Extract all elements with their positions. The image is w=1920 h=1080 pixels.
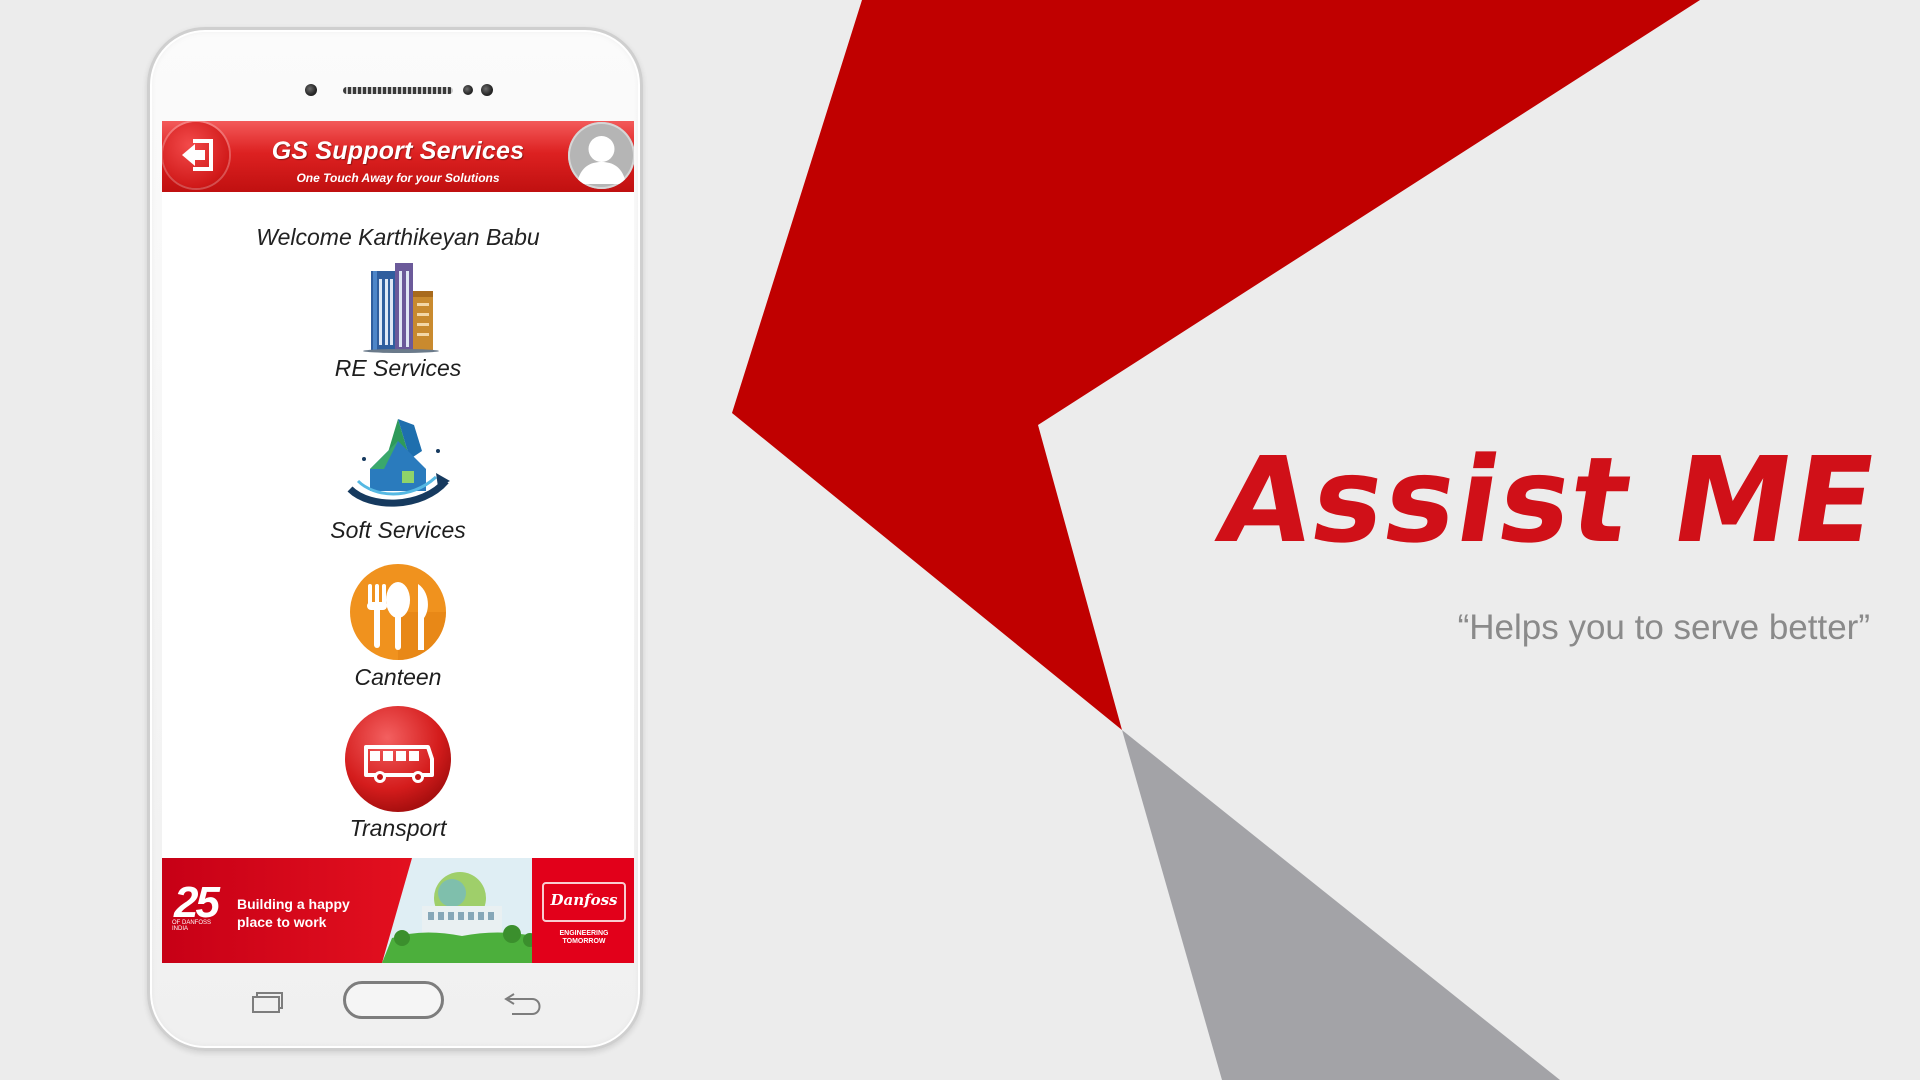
bus-icon xyxy=(345,706,451,812)
app-header: GS Support Services One Touch Away for y… xyxy=(162,121,634,192)
menu-item-soft-services[interactable]: Soft Services xyxy=(162,411,634,544)
app-screen: GS Support Services One Touch Away for y… xyxy=(162,121,634,963)
banner-left-panel: 25 OF DANFOSS INDIA Building a happy pla… xyxy=(162,858,412,963)
menu-label: Canteen xyxy=(354,664,442,690)
sensor-camera xyxy=(481,84,493,96)
menu-item-transport[interactable]: Transport xyxy=(162,705,634,842)
app-title: GS Support Services xyxy=(271,137,525,165)
anniversary-caption: OF DANFOSS INDIA xyxy=(172,920,212,932)
menu-label: Transport xyxy=(349,815,447,841)
app-subtitle: One Touch Away for your Solutions xyxy=(296,171,500,185)
banner-right-panel: Danfoss ENGINEERING TOMORROW xyxy=(532,858,634,963)
earpiece-speaker xyxy=(343,87,453,94)
logout-button[interactable] xyxy=(163,122,229,188)
danfoss-logo: Danfoss xyxy=(542,882,626,922)
promo-banner[interactable]: 25 OF DANFOSS INDIA Building a happy pla… xyxy=(162,858,634,963)
brand-name: Danfoss xyxy=(550,891,618,909)
menu-label: RE Services xyxy=(334,355,462,381)
back-arrow-icon[interactable] xyxy=(502,988,546,1018)
menu-item-re-services[interactable]: RE Services xyxy=(162,261,634,382)
buildings-icon xyxy=(363,263,439,353)
logout-icon xyxy=(182,139,213,171)
hero-tagline: “Helps you to serve better” xyxy=(1457,608,1870,647)
house-cleaning-icon xyxy=(347,419,450,507)
banner-text: Building a happy place to work xyxy=(237,896,350,930)
recent-apps-icon[interactable] xyxy=(251,992,283,1013)
profile-avatar-button[interactable] xyxy=(568,122,634,189)
brand-tagline: ENGINEERING TOMORROW xyxy=(559,930,609,945)
profile-avatar-icon xyxy=(577,136,626,184)
phone-frame: GS Support Services One Touch Away for y… xyxy=(147,27,643,1051)
menu-label: Soft Services xyxy=(330,517,466,543)
fork-spoon-knife-icon xyxy=(350,564,446,660)
menu-item-canteen[interactable]: Canteen xyxy=(162,562,634,691)
home-button[interactable] xyxy=(343,981,444,1019)
sensor-dot xyxy=(463,85,473,95)
front-camera xyxy=(305,84,317,96)
welcome-text: Welcome Karthikeyan Babu xyxy=(256,224,540,250)
gray-triangle-shape xyxy=(1122,730,1560,1080)
hero-title: Assist ME xyxy=(1209,431,1888,569)
banner-illustration xyxy=(382,858,542,963)
